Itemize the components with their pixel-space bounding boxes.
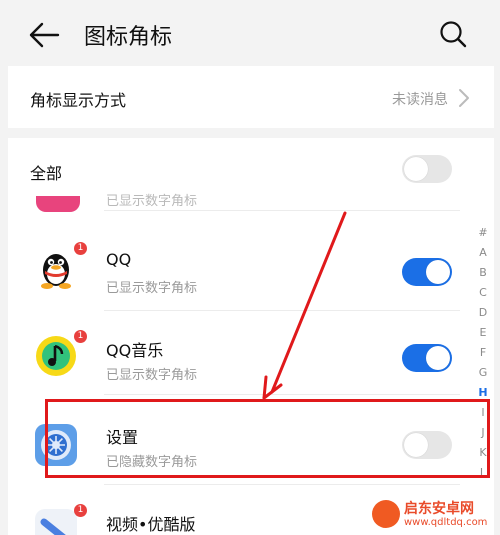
display-mode-label: 角标显示方式	[30, 91, 127, 110]
alphabet-letter[interactable]: E	[475, 326, 491, 346]
chevron-right-icon	[459, 89, 469, 107]
alphabet-letter[interactable]: C	[475, 286, 491, 306]
display-mode-row[interactable]: 角标显示方式 未读消息	[8, 66, 494, 128]
divider	[104, 484, 460, 485]
badge-count: 1	[74, 330, 87, 343]
qq-penguin-icon	[41, 254, 71, 289]
header: 图标角标	[8, 0, 494, 66]
alphabet-letter[interactable]: A	[475, 246, 491, 266]
alphabet-letter[interactable]: B	[475, 266, 491, 286]
all-label: 全部	[30, 164, 63, 183]
video-app-icon	[35, 509, 77, 535]
app-name: QQ	[106, 250, 132, 269]
watermark-logo-icon	[372, 500, 400, 528]
back-arrow-icon[interactable]	[28, 20, 60, 50]
divider	[104, 210, 460, 211]
app-status: 已显示数字角标	[106, 281, 198, 296]
alphabet-letter[interactable]: D	[475, 306, 491, 326]
highlight-box	[45, 399, 490, 478]
badge-toggle-qq[interactable]	[402, 258, 452, 286]
page-title: 图标角标	[84, 25, 173, 50]
qq-music-icon	[36, 336, 76, 376]
alphabet-letter[interactable]: G	[475, 366, 491, 386]
display-mode-value: 未读消息	[392, 92, 448, 108]
divider	[104, 394, 460, 395]
badge-count: 1	[74, 242, 87, 255]
divider	[104, 310, 460, 311]
app-status: 已显示数字角标	[106, 368, 198, 383]
badge-toggle-qq-music[interactable]	[402, 344, 452, 372]
app-icon-peek	[36, 196, 80, 212]
alphabet-letter[interactable]: F	[475, 346, 491, 366]
watermark-url: www.qdltdq.com	[404, 517, 488, 528]
all-toggle[interactable]	[402, 155, 452, 183]
badge-count: 1	[74, 504, 87, 517]
app-name: 视频•优酷版	[106, 515, 196, 534]
search-icon[interactable]	[438, 19, 468, 49]
peek-subtitle: 已显示数字角标	[106, 194, 198, 209]
alphabet-letter[interactable]: #	[475, 226, 491, 246]
watermark-title: 启东安卓网	[404, 501, 474, 517]
app-name: QQ音乐	[106, 341, 164, 360]
